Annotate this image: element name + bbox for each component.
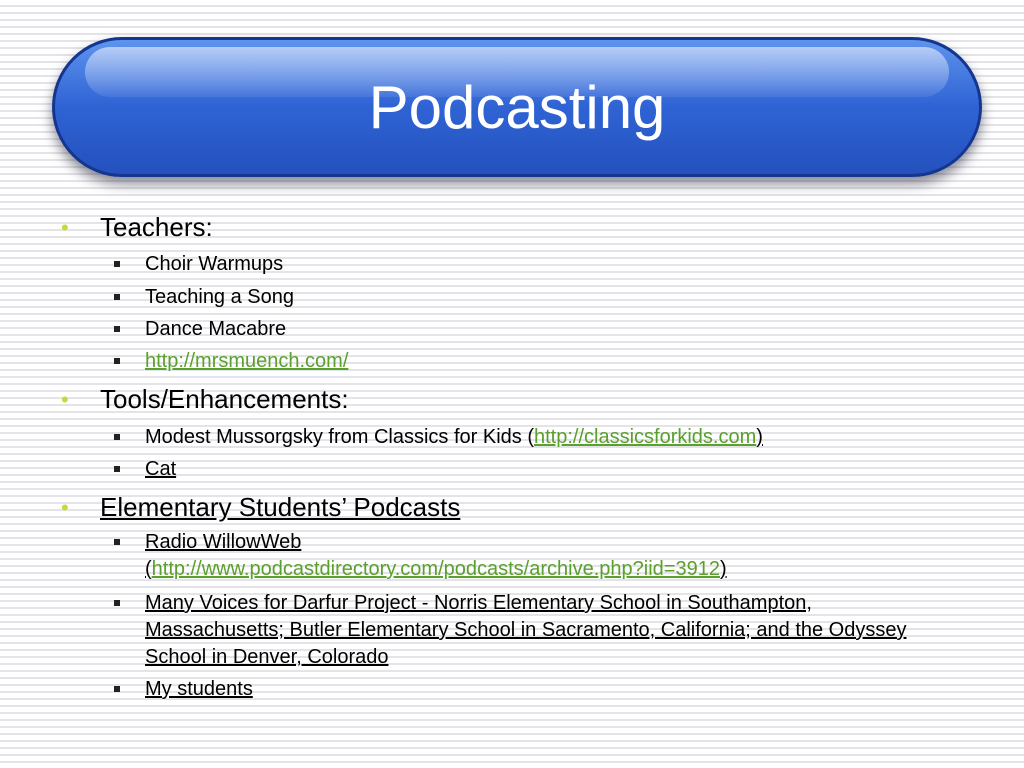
many-voices-darfur-link[interactable]: Many Voices for Darfur Project - Norris … (145, 592, 906, 668)
bullet-dot: • (61, 495, 69, 520)
section-heading: Tools/Enhancements: (100, 384, 349, 414)
list-item: Dance Macabre (145, 318, 287, 340)
list-item: Cat (145, 456, 945, 483)
sub-bullet-square (114, 539, 120, 545)
cat-link[interactable]: Cat (145, 458, 176, 480)
section-heading: Teachers: (100, 212, 213, 242)
section-heading-link: Elementary Students’ Podcasts (100, 492, 460, 522)
list-item: Many Voices for Darfur Project - Norris … (145, 590, 935, 671)
list-item: Teaching a Song (145, 286, 295, 308)
title-banner: Podcasting (52, 37, 982, 177)
sub-bullet-square (114, 358, 120, 364)
list-item-suffix: ) (756, 426, 763, 448)
sub-bullet-square (114, 600, 120, 606)
radio-willowweb-link[interactable]: Radio WillowWeb (145, 531, 301, 553)
sub-bullet-square (114, 686, 120, 692)
sub-bullet-square (114, 261, 120, 267)
list-item-prefix: ( (145, 558, 152, 580)
bullet-dot: • (61, 387, 69, 412)
sub-bullet-square (114, 466, 120, 472)
podcastdirectory-link[interactable]: http://www.podcastdirectory.com/podcasts… (152, 558, 720, 580)
mrsmuench-link[interactable]: http://mrsmuench.com/ (145, 350, 348, 372)
list-item-suffix: ) (719, 558, 727, 580)
sub-bullet-square (114, 294, 120, 300)
bullet-dot: • (61, 215, 69, 240)
sub-bullet-square (114, 434, 120, 440)
sub-bullet-square (114, 326, 120, 332)
list-item-text: Modest Mussorgsky from Classics for Kids… (145, 426, 534, 448)
classicsforkids-link[interactable]: http://classicsforkids.com (534, 426, 756, 448)
slide-title: Podcasting (368, 74, 666, 141)
list-item: My students (145, 676, 945, 703)
my-students-link[interactable]: My students (145, 678, 253, 700)
list-item: Choir Warmups (145, 253, 284, 275)
list-item: Radio WillowWeb (http://www.podcastdirec… (145, 529, 945, 583)
elementary-podcasts-link[interactable]: Elementary Students’ Podcasts (100, 492, 460, 522)
list-item: http://mrsmuench.com/ (145, 348, 945, 375)
list-item: Modest Mussorgsky from Classics for Kids… (145, 424, 945, 451)
